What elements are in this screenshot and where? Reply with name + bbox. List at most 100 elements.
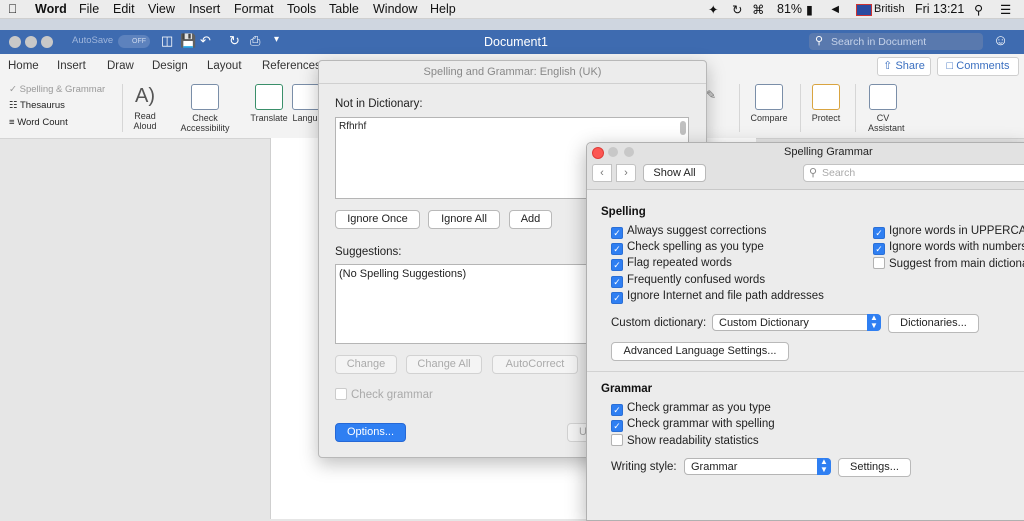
compare-button[interactable]: Compare — [748, 84, 790, 123]
ignore-numbers-checkbox[interactable]: ✓ Ignore words with numbers — [873, 241, 1024, 255]
autosave-label: AutoSave — [72, 35, 114, 46]
word-count-icon: ≡ — [9, 117, 15, 128]
zoom-window-button[interactable] — [624, 147, 634, 157]
checkbox-icon — [873, 257, 885, 269]
cv-assistant-button[interactable]: CV Assistant — [862, 84, 905, 133]
tab-layout[interactable]: Layout — [207, 60, 242, 72]
menu-format[interactable]: Format — [234, 2, 274, 16]
ignore-internet-checkbox[interactable]: ✓ Ignore Internet and file path addresses — [611, 290, 824, 304]
spelling-grammar-button[interactable]: ✓ Spelling & Grammar — [9, 84, 105, 95]
checkbox-icon — [611, 434, 623, 446]
forward-button[interactable]: › — [616, 164, 636, 182]
autosave-toggle[interactable]: OFF — [118, 35, 150, 48]
sidebar-icon[interactable]: ◫ — [161, 33, 173, 49]
battery-percent[interactable]: 81% — [777, 2, 802, 16]
language-label: Langu — [292, 113, 318, 123]
share-button[interactable]: ⇧ Share — [877, 57, 931, 76]
suggestion-item: (No Spelling Suggestions) — [339, 268, 467, 280]
menu-insert[interactable]: Insert — [189, 2, 220, 16]
ignore-uppercase-checkbox[interactable]: ✓ Ignore words in UPPERCASE — [873, 225, 1024, 239]
flag-repeated-checkbox[interactable]: ✓ Flag repeated words — [611, 257, 732, 271]
check-grammar-as-you-type-checkbox[interactable]: ✓ Check grammar as you type — [611, 402, 771, 416]
spelling-grammar-label: Spelling & Grammar — [19, 84, 106, 95]
check-grammar-checkbox[interactable]: Check grammar — [335, 388, 433, 401]
dictionaries-button[interactable]: Dictionaries... — [888, 314, 979, 333]
menu-table[interactable]: Table — [329, 2, 359, 16]
track-changes-icon[interactable]: ✎ — [706, 88, 716, 102]
checkmark-icon: ✓ — [611, 227, 623, 239]
advanced-language-settings-button[interactable]: Advanced Language Settings... — [611, 342, 789, 361]
menu-help[interactable]: Help — [430, 2, 456, 16]
translate-button[interactable]: Translate — [249, 84, 289, 123]
checkbox-label: Suggest from main dictionary — [889, 258, 1024, 270]
scrollbar[interactable] — [680, 121, 686, 135]
apple-icon[interactable]:  — [8, 2, 17, 16]
check-accessibility-button[interactable]: Check Accessibility — [175, 84, 235, 133]
always-suggest-checkbox[interactable]: ✓ Always suggest corrections — [611, 225, 766, 239]
control-center-icon[interactable]: ☰ — [1000, 2, 1011, 17]
check-spelling-checkbox[interactable]: ✓ Check spelling as you type — [611, 241, 764, 255]
zoom-window-button[interactable] — [41, 36, 53, 48]
app-menu[interactable]: Word — [35, 2, 67, 16]
protect-button[interactable]: Protect — [806, 84, 846, 123]
menu-edit[interactable]: Edit — [113, 2, 135, 16]
save-icon[interactable]: 💾 — [180, 33, 196, 49]
ribbon-divider — [800, 84, 801, 132]
menu-tools[interactable]: Tools — [287, 2, 316, 16]
wifi-icon[interactable]: ⌘ — [752, 2, 765, 17]
volume-icon[interactable]: ◄ — [829, 2, 841, 16]
undo-icon[interactable]: ↶ — [200, 33, 211, 49]
status-app-icon[interactable]: ✦ — [708, 2, 718, 17]
sync-icon[interactable]: ↻ — [732, 2, 742, 17]
custom-dictionary-select[interactable]: Custom Dictionary ▲ ▼ — [712, 314, 881, 331]
preferences-search-field[interactable]: ⚲ Search — [803, 164, 1024, 182]
change-all-button[interactable]: Change All — [406, 355, 482, 374]
ribbon-divider — [855, 84, 856, 132]
change-button[interactable]: Change — [335, 355, 397, 374]
autocorrect-button[interactable]: AutoCorrect — [492, 355, 578, 374]
language-button[interactable]: Langu — [292, 84, 318, 123]
readability-statistics-checkbox[interactable]: Show readability statistics — [611, 434, 759, 447]
customize-toolbar-icon[interactable]: ▾ — [274, 34, 279, 45]
comments-button[interactable]: □ Comments — [937, 57, 1019, 76]
tab-home[interactable]: Home — [8, 60, 39, 72]
tab-design[interactable]: Design — [152, 60, 188, 72]
ignore-once-button[interactable]: Ignore Once — [335, 210, 420, 229]
check-grammar-with-spelling-checkbox[interactable]: ✓ Check grammar with spelling — [611, 418, 775, 432]
redo-icon[interactable]: ↻ — [229, 33, 240, 49]
tab-references[interactable]: References — [262, 60, 321, 72]
input-source[interactable]: British — [874, 3, 905, 15]
ignore-all-button[interactable]: Ignore All — [428, 210, 500, 229]
close-window-button[interactable] — [592, 147, 604, 159]
misspelled-word: Rfhrhf — [339, 121, 367, 132]
options-button[interactable]: Options... — [335, 423, 406, 442]
add-button[interactable]: Add — [509, 210, 552, 229]
tab-insert[interactable]: Insert — [57, 60, 86, 72]
confused-words-checkbox[interactable]: ✓ Frequently confused words — [611, 274, 765, 288]
checkbox-label: Check spelling as you type — [627, 241, 764, 253]
print-icon[interactable]: ⎙ — [250, 33, 260, 49]
account-icon[interactable]: ☺ — [993, 32, 1008, 49]
checkbox-label: Ignore Internet and file path addresses — [627, 290, 824, 302]
grammar-settings-button[interactable]: Settings... — [838, 458, 911, 477]
minimize-window-button[interactable] — [25, 36, 37, 48]
search-in-document-field[interactable]: ⚲ Search in Document — [809, 33, 983, 50]
menu-view[interactable]: View — [148, 2, 175, 16]
back-button[interactable]: ‹ — [592, 164, 612, 182]
main-dictionary-checkbox[interactable]: Suggest from main dictionary — [873, 257, 1024, 270]
tab-draw[interactable]: Draw — [107, 60, 134, 72]
menu-window[interactable]: Window — [373, 2, 417, 16]
minimize-window-button[interactable] — [608, 147, 618, 157]
writing-style-select[interactable]: Grammar ▲ ▼ — [684, 458, 831, 475]
share-icon: ⇧ — [883, 60, 893, 72]
close-window-button[interactable] — [9, 36, 21, 48]
clock[interactable]: Fri 13:21 — [915, 2, 964, 16]
show-all-button[interactable]: Show All — [643, 164, 706, 182]
thesaurus-button[interactable]: ☷ Thesaurus — [9, 100, 65, 111]
read-aloud-button[interactable]: A) Read Aloud — [128, 84, 162, 131]
menu-file[interactable]: File — [79, 2, 99, 16]
battery-icon[interactable]: ▮ — [806, 2, 813, 17]
protect-label: Protect — [811, 113, 841, 123]
word-count-button[interactable]: ≡ Word Count — [9, 117, 68, 128]
spotlight-icon[interactable]: ⚲ — [974, 2, 983, 17]
